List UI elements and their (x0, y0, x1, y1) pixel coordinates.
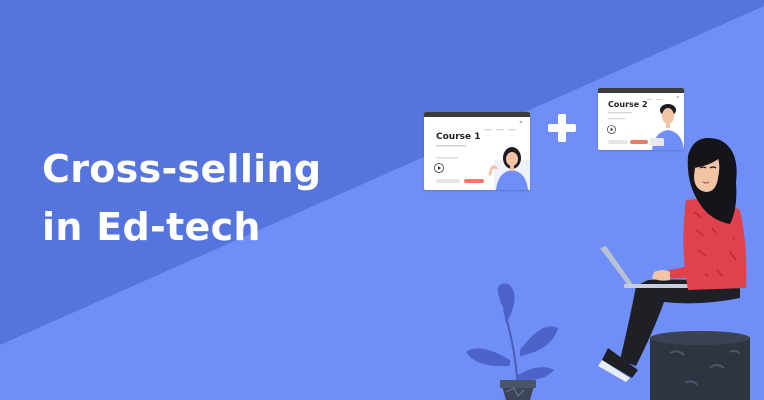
headline: Cross-selling in Ed-tech (42, 140, 321, 256)
course-card-1: Course 1 (424, 112, 530, 190)
card-1-content (436, 120, 530, 190)
plant-illustration (466, 283, 558, 400)
headline-line-1: Cross-selling (42, 147, 322, 191)
banner-canvas: Cross-selling in Ed-tech Course 1 Course… (0, 0, 764, 400)
play-icon[interactable] (434, 163, 444, 173)
woman-with-laptop-illustration (598, 138, 750, 400)
play-icon[interactable] (607, 125, 616, 134)
headline-line-2: in Ed-tech (42, 205, 261, 249)
plus-icon (546, 112, 578, 144)
